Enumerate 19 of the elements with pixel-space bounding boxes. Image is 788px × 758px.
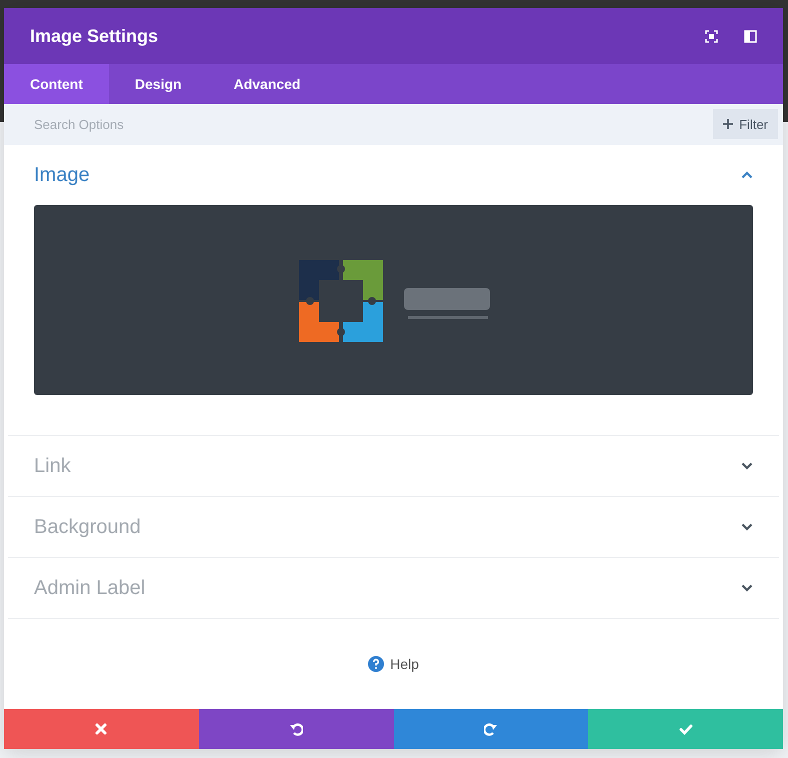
section-title[interactable]: Image (34, 164, 741, 186)
undo-icon (289, 722, 304, 736)
sidebar-icon[interactable] (744, 30, 757, 42)
filter-button[interactable]: Filter (713, 109, 778, 139)
plus-icon (723, 119, 734, 129)
chevron-down-icon[interactable] (741, 584, 753, 592)
tab[interactable]: Design (108, 64, 208, 104)
tab[interactable]: Advanced (208, 64, 326, 104)
chevron-up-icon[interactable] (741, 171, 753, 179)
redo-icon (484, 722, 498, 736)
checkmark-icon (678, 722, 693, 736)
chevron-down-icon[interactable] (741, 462, 753, 470)
close-icon (94, 722, 108, 736)
window-title: Image Settings (30, 26, 160, 46)
tab[interactable]: Content (4, 64, 109, 104)
help-icon (368, 656, 384, 672)
fullscreen-icon[interactable] (705, 30, 718, 42)
help-link[interactable]: Help (362, 655, 425, 673)
chevron-down-icon[interactable] (741, 523, 753, 531)
